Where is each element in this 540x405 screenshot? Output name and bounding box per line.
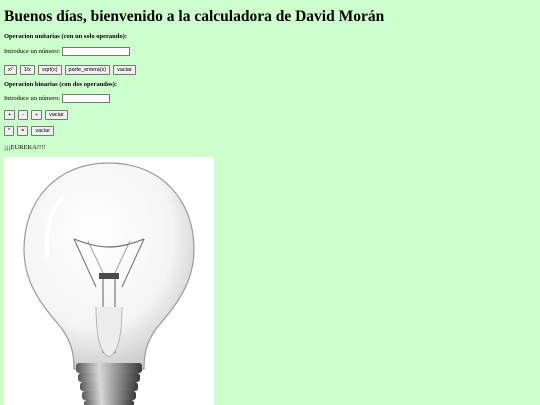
- square-button[interactable]: x²: [4, 65, 17, 75]
- binary-number-input[interactable]: [62, 94, 111, 103]
- unary-button-row: x² 1/x sqrt(x) parte_entera(x) vaciar: [4, 65, 136, 75]
- unary-input-row: Introduce un número:: [4, 47, 131, 56]
- equals-button[interactable]: =: [17, 126, 29, 136]
- reciprocal-button[interactable]: 1/x: [19, 65, 35, 75]
- eureka-message: ¡¡¡EUREKA!!!!: [4, 144, 46, 151]
- binary-input-row: Introduce un número:: [4, 94, 111, 103]
- binary-clear-button-2[interactable]: vaciar: [31, 126, 55, 136]
- subtract-button[interactable]: -: [18, 110, 29, 120]
- binary-button-row-1: + - ÷ vaciar: [4, 110, 68, 120]
- calculator-page: Buenos días, bienvenido a la calculadora…: [0, 0, 540, 405]
- binary-button-row-2: * = vaciar: [4, 126, 55, 136]
- binary-section-title: Operacion binarias (con dos operandos):: [4, 81, 118, 88]
- unary-section-title: Operacion unitarias (con un solo operand…: [4, 33, 127, 40]
- page-title: Buenos días, bienvenido a la calculadora…: [4, 8, 385, 25]
- lightbulb-icon: [23, 162, 195, 405]
- binary-input-label: Introduce un número:: [4, 95, 61, 102]
- lightbulb-image: [4, 157, 214, 405]
- integer-part-button[interactable]: parte_entera(x): [64, 65, 111, 75]
- multiply-button[interactable]: *: [4, 126, 15, 136]
- unary-input-label: Introduce un número:: [4, 48, 61, 55]
- binary-clear-button-1[interactable]: vaciar: [45, 110, 68, 120]
- divide-button[interactable]: ÷: [31, 110, 43, 120]
- unary-number-input[interactable]: [62, 47, 131, 56]
- add-button[interactable]: +: [4, 110, 16, 120]
- unary-clear-button[interactable]: vaciar: [113, 65, 136, 75]
- sqrt-button[interactable]: sqrt(x): [37, 65, 62, 75]
